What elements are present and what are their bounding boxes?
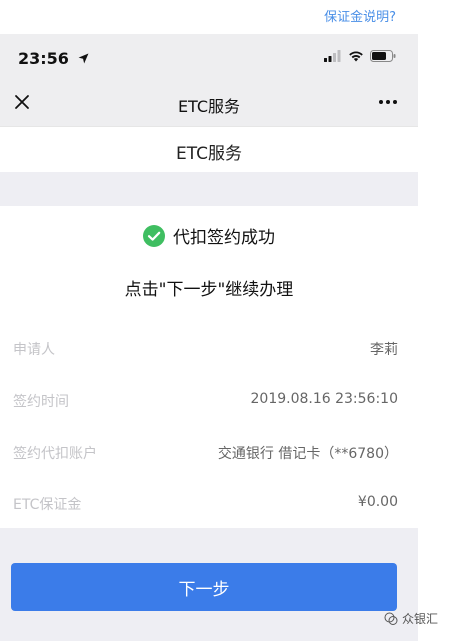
page-header: ETC服务 <box>0 126 418 173</box>
watermark: 众银汇 <box>384 610 438 627</box>
watermark-text: 众银汇 <box>402 612 439 626</box>
detail-label: 申请人 <box>13 342 55 358</box>
location-arrow-icon <box>78 53 88 64</box>
success-status: 代扣签约成功 <box>0 223 418 248</box>
more-button[interactable] <box>376 92 400 112</box>
nav-title: ETC服务 <box>177 97 241 116</box>
detail-row-deposit: ETC保证金 ¥0.00 <box>13 494 398 514</box>
status-time-text: 23:56 <box>18 49 69 68</box>
top-link-bar: 保证金说明? <box>0 0 418 34</box>
next-step-hint: 点击"下一步"继续办理 <box>124 280 294 300</box>
detail-row-sign-time: 签约时间 2019.08.16 23:56:10 <box>13 391 398 411</box>
battery-icon <box>370 50 396 62</box>
nav-bar: ETC服务 <box>0 80 418 126</box>
detail-value: 交通银行 借记卡（**6780） <box>217 446 398 462</box>
result-card: 代扣签约成功 点击"下一步"继续办理 申请人 李莉 签约时间 2019.08.1… <box>0 206 418 528</box>
more-icon <box>379 100 397 104</box>
status-time: 23:56 <box>18 49 89 68</box>
success-text: 代扣签约成功 <box>173 228 275 248</box>
status-bar: 23:56 <box>0 34 418 80</box>
detail-row-applicant: 申请人 李莉 <box>13 339 398 359</box>
section-divider <box>0 172 418 206</box>
detail-label: ETC保证金 <box>13 497 82 513</box>
next-step-button[interactable]: 下一步 <box>11 563 397 611</box>
page-title: ETC服务 <box>176 144 242 164</box>
wifi-icon <box>349 51 363 62</box>
check-circle-icon <box>143 224 165 247</box>
detail-value: ¥0.00 <box>357 494 398 510</box>
signal-icon <box>324 50 341 62</box>
detail-label: 签约时间 <box>13 394 69 410</box>
detail-row-account: 签约代扣账户 交通银行 借记卡（**6780） <box>13 443 398 463</box>
detail-label: 签约代扣账户 <box>13 446 97 462</box>
detail-value: 2019.08.16 23:56:10 <box>250 391 399 407</box>
status-icons <box>324 50 396 62</box>
wechat-logo-icon <box>384 612 398 625</box>
detail-value: 李莉 <box>370 342 398 358</box>
deposit-info-link[interactable]: 保证金说明? <box>324 6 396 25</box>
